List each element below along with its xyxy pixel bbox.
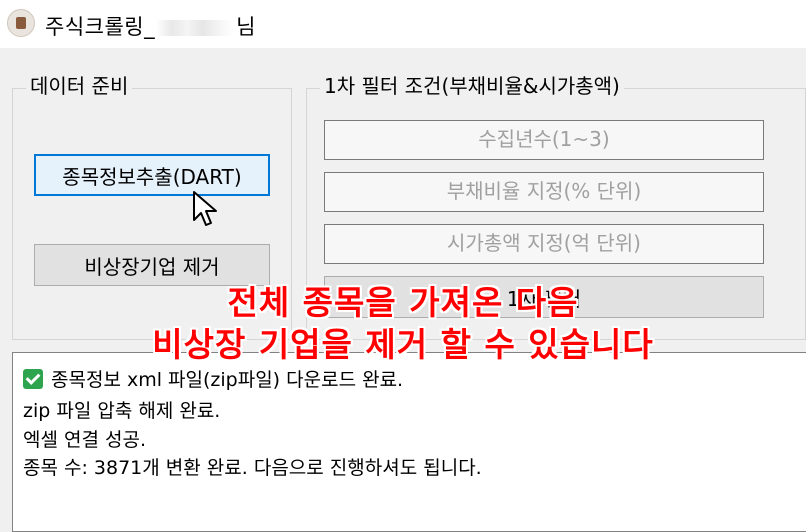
window-title-prefix: 주식크롤링_	[45, 15, 156, 39]
window-title: 주식크롤링_ 님	[45, 11, 256, 41]
log-line: zip 파일 압축 해제 완료.	[23, 400, 221, 422]
log-line-text: 종목정보 xml 파일(zip파일) 다운로드 완료.	[51, 369, 404, 391]
log-line: 종목정보 xml 파일(zip파일) 다운로드 완료.	[23, 367, 403, 393]
filter-legend: 1차 필터 조건(부채비율&시가총액)	[320, 74, 624, 98]
mouse-pointer-icon	[193, 191, 217, 226]
extract-dart-button[interactable]: 종목정보추출(DART)	[34, 154, 270, 196]
check-mark-icon	[23, 368, 43, 389]
window-title-suffix: 님	[236, 15, 256, 39]
collection-years-field[interactable]: 수집년수(1~3)	[324, 120, 764, 160]
redacted-username	[156, 20, 235, 36]
app-icon	[7, 9, 35, 37]
market-cap-field[interactable]: 시가총액 지정(억 단위)	[324, 224, 764, 264]
title-bar: 주식크롤링_ 님	[0, 0, 806, 48]
debt-ratio-field[interactable]: 부채비율 지정(% 단위)	[324, 172, 764, 212]
annotation-line-2: 비상장 기업을 제거 할 수 있습니다	[152, 325, 654, 364]
log-line: 종목 수: 3871개 변환 완료. 다음으로 진행하셔도 됩니다.	[23, 457, 482, 479]
log-output[interactable]: 종목정보 xml 파일(zip파일) 다운로드 완료. zip 파일 압축 해제…	[12, 352, 806, 532]
log-line: 엑셀 연결 성공.	[23, 429, 146, 451]
data-prep-legend: 데이터 준비	[26, 74, 133, 98]
annotation-line-1: 전체 종목을 가져온 다음	[227, 283, 579, 322]
